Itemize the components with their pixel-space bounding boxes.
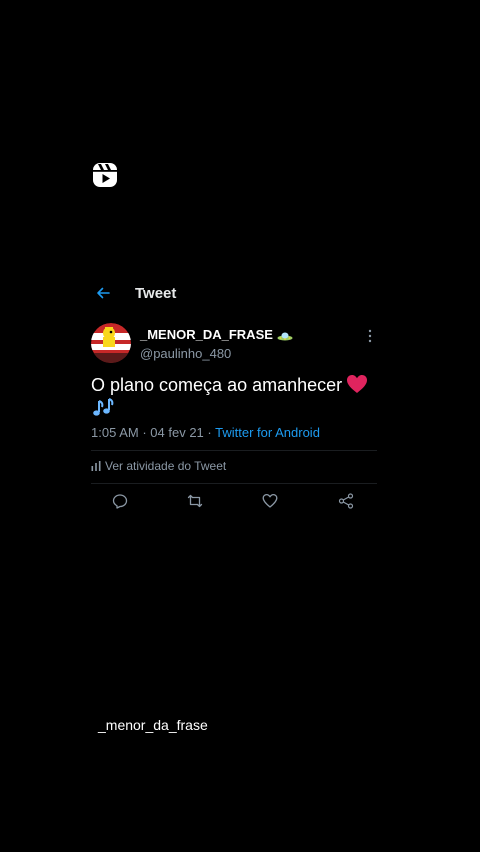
- tweet-header: Tweet: [85, 276, 383, 312]
- divider: [91, 450, 377, 451]
- meta-separator: ·: [207, 425, 212, 440]
- retweet-icon[interactable]: [187, 493, 203, 509]
- divider: [91, 483, 377, 484]
- red-heart-emoji-icon: [347, 375, 368, 393]
- display-name-text: _MENOR_DA_FRASE: [140, 327, 273, 342]
- share-icon[interactable]: [338, 493, 354, 509]
- tweet-source-link[interactable]: Twitter for Android: [215, 425, 320, 440]
- user-handle[interactable]: @paulinho_480: [140, 346, 231, 361]
- tweet-text: O plano começa ao amanhecer: [91, 374, 383, 419]
- tweet-text-content: O plano começa ao amanhecer: [91, 375, 343, 395]
- tweet-card: Tweet _MENOR_DA_FRASE @paulinho_480 O pl…: [85, 276, 383, 520]
- display-name[interactable]: _MENOR_DA_FRASE: [140, 327, 293, 342]
- tweet-date: 04 fev 21: [150, 425, 204, 440]
- page-title: Tweet: [135, 285, 177, 302]
- avatar[interactable]: [91, 323, 131, 363]
- arrow-left-icon[interactable]: [95, 285, 111, 301]
- heart-outline-icon[interactable]: [262, 493, 278, 509]
- tweet-meta: 1:05 AM · 04 fev 21 · Twitter for Androi…: [91, 425, 320, 440]
- tweet-activity-label: Ver atividade do Tweet: [105, 459, 227, 473]
- reply-icon[interactable]: [112, 493, 128, 509]
- ufo-emoji-icon: [277, 332, 293, 341]
- tweet-activity-link[interactable]: Ver atividade do Tweet: [91, 459, 226, 473]
- reel-username-caption[interactable]: _menor_da_frase: [98, 717, 208, 733]
- musical-notes-emoji-icon: [93, 398, 114, 416]
- bar-chart-icon: [91, 461, 101, 471]
- tweet-time: 1:05 AM: [91, 425, 139, 440]
- meta-separator: ·: [142, 425, 147, 440]
- reels-icon: [93, 163, 117, 187]
- more-vertical-icon[interactable]: [368, 329, 372, 343]
